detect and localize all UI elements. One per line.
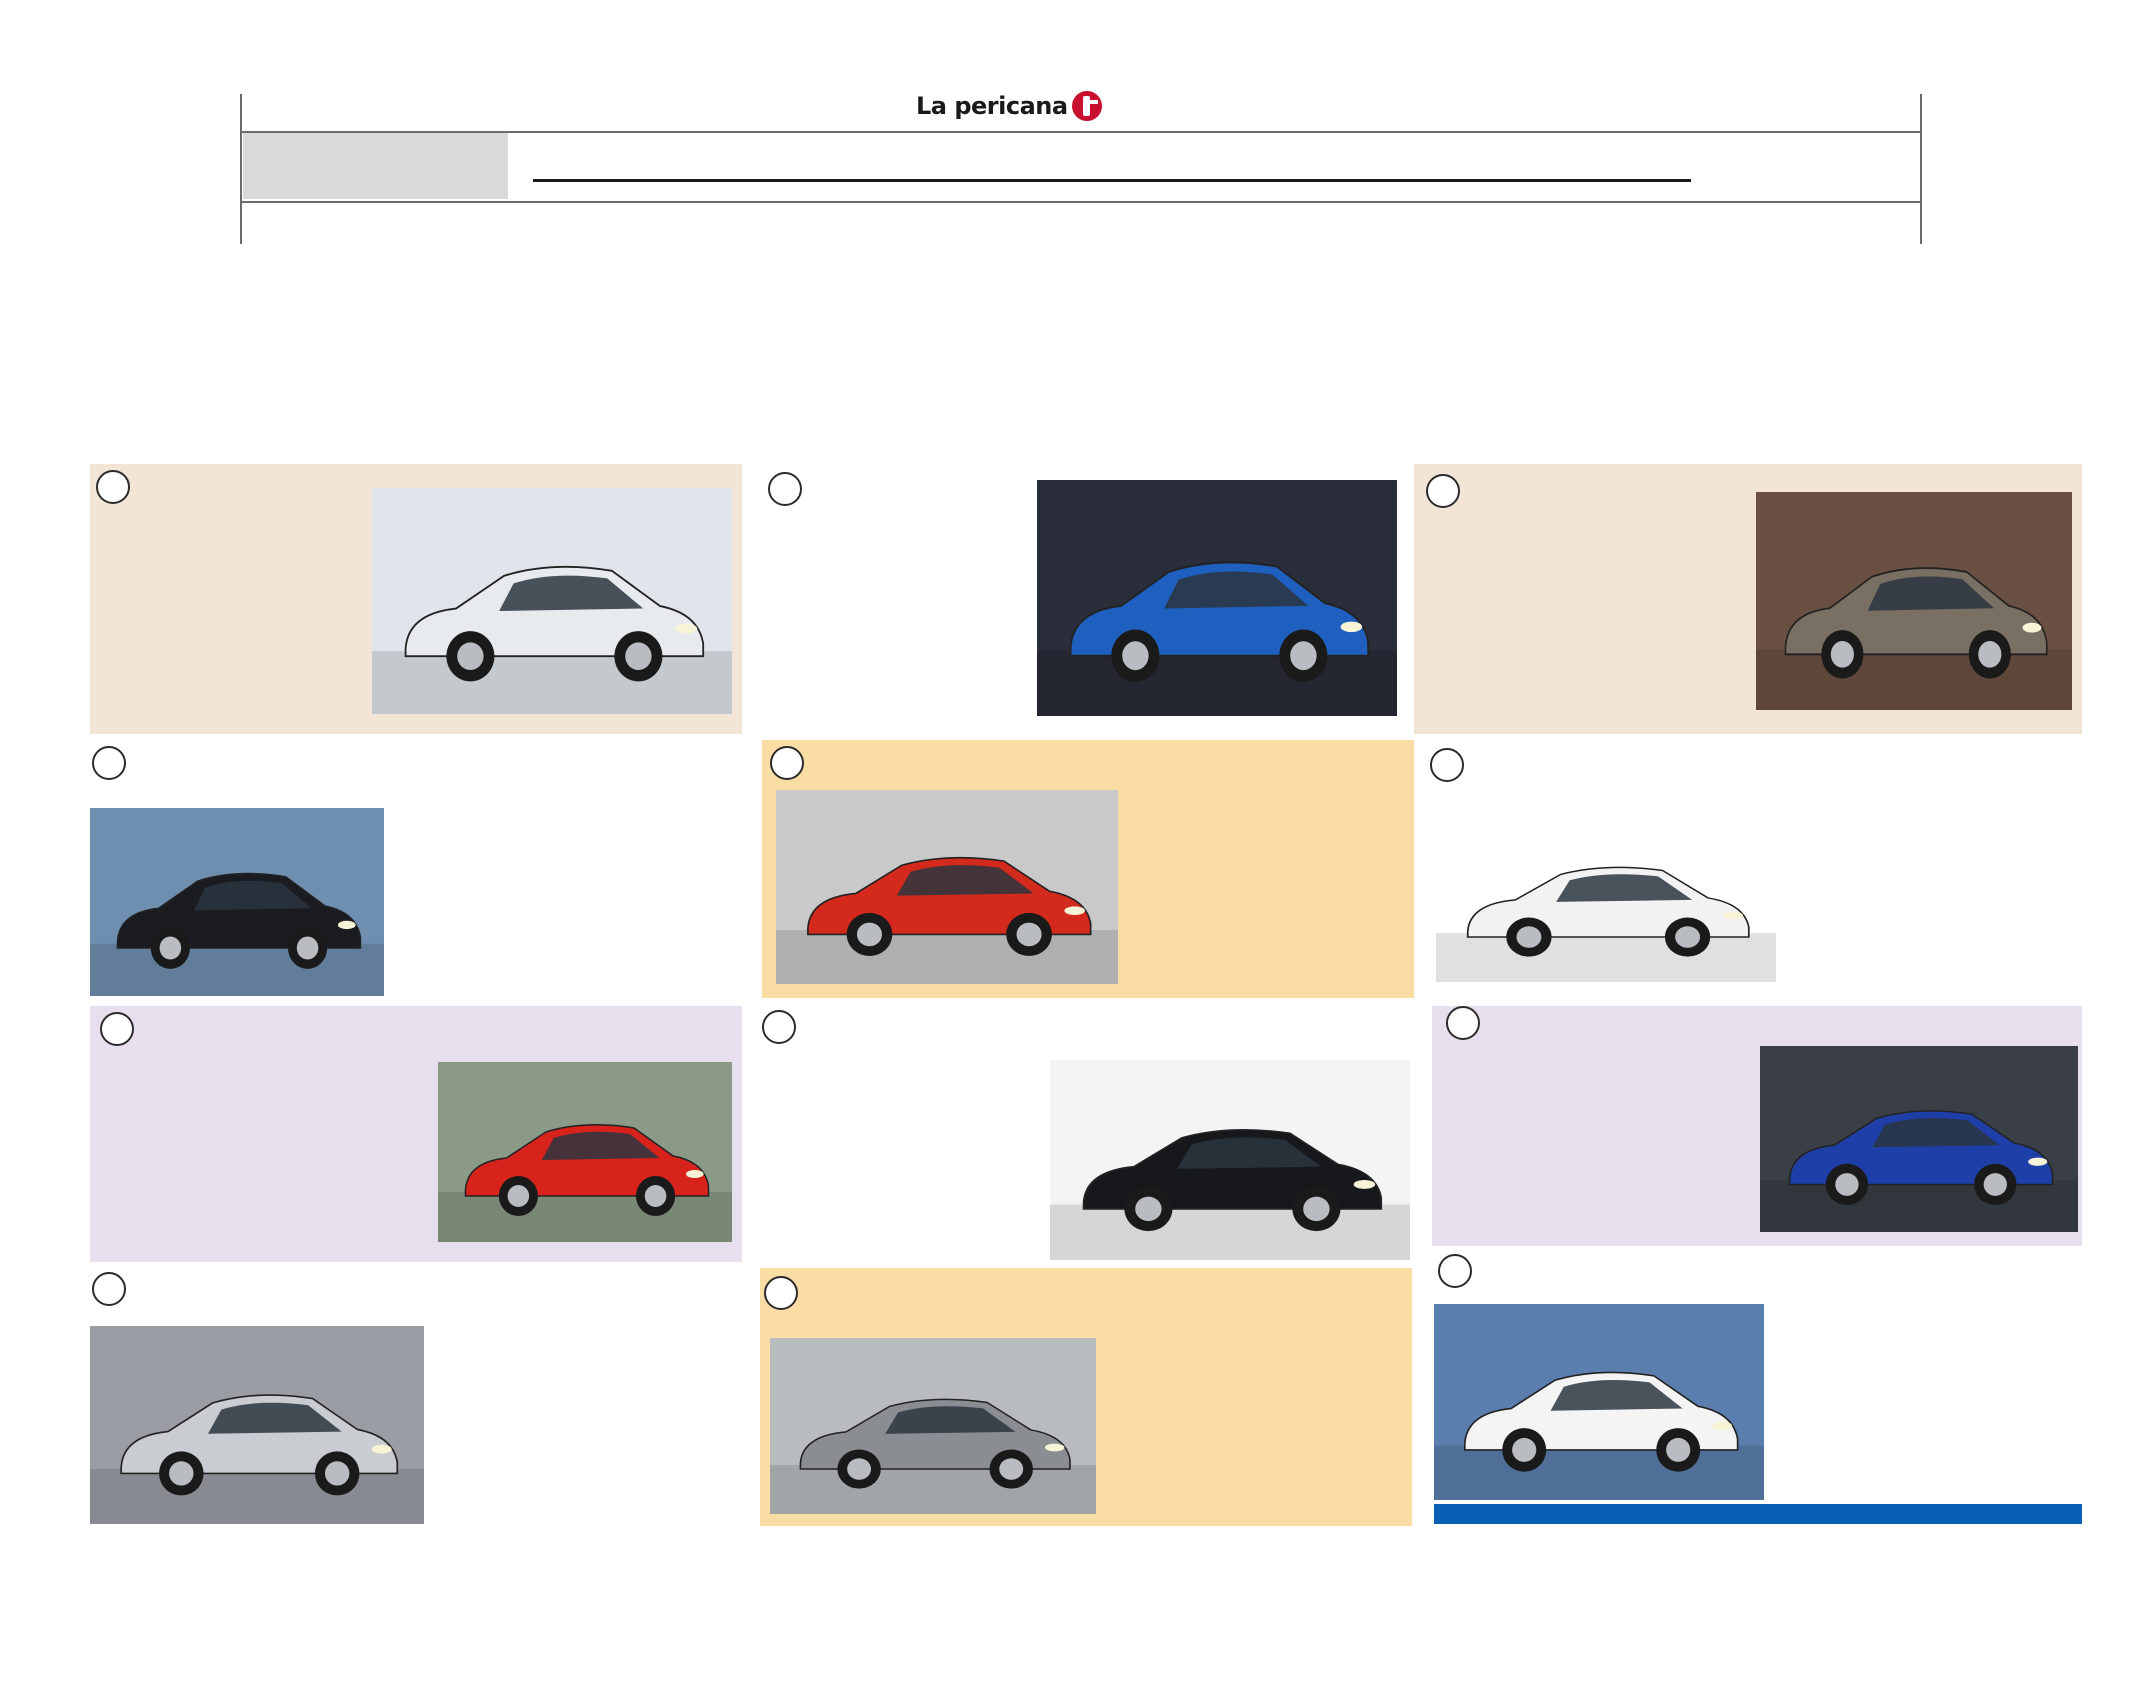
- car-rim: [625, 642, 652, 671]
- car-rim: [847, 1458, 872, 1480]
- car-photo: [1760, 1046, 2078, 1232]
- car-illustration: [1760, 1046, 2078, 1232]
- car-photo: [1037, 480, 1397, 716]
- car-illustration: [770, 1338, 1096, 1514]
- car-rim: [457, 642, 484, 671]
- car-rim: [324, 1461, 350, 1486]
- number-circle: [96, 470, 130, 504]
- number-circle: [100, 1012, 134, 1046]
- car-photo: [90, 808, 384, 996]
- car-photo: [372, 488, 732, 714]
- car-rim: [296, 936, 319, 960]
- car-panel-6: [1414, 740, 2082, 998]
- accent-bar: [1434, 1504, 2082, 1524]
- car-rim: [1978, 640, 2002, 668]
- car-rim: [1675, 926, 1701, 948]
- car-rim: [1016, 922, 1042, 947]
- car-panel-10: [90, 1268, 742, 1524]
- number-circle: [770, 746, 804, 780]
- number-circle: [92, 1272, 126, 1306]
- car-rim: [1290, 641, 1317, 671]
- car-photo: [776, 790, 1118, 984]
- number-circle: [1438, 1254, 1472, 1288]
- car-rim: [1122, 641, 1149, 671]
- car-panel-5: [762, 740, 1414, 998]
- header-section-tab: [243, 133, 508, 199]
- car-headlight: [1340, 621, 1363, 633]
- car-headlight: [1353, 1180, 1376, 1189]
- number-circle: [1430, 748, 1464, 782]
- car-rim: [1983, 1173, 2007, 1196]
- car-headlight: [2028, 1157, 2048, 1166]
- car-illustration: [1050, 1060, 1410, 1260]
- number-circle: [1426, 474, 1460, 508]
- car-headlight: [685, 1170, 704, 1178]
- car-rim: [999, 1458, 1024, 1480]
- number-circle: [92, 746, 126, 780]
- car-rim: [169, 1461, 194, 1486]
- number-circle: [762, 1010, 796, 1044]
- header-bottom-rule: [240, 201, 1922, 203]
- car-headlight: [675, 623, 698, 634]
- car-rim: [1666, 1437, 1691, 1462]
- car-rim: [644, 1185, 667, 1207]
- car-photo: [1050, 1060, 1410, 1260]
- car-illustration: [372, 488, 732, 714]
- number-circle: [768, 472, 802, 506]
- car-panel-7: [90, 1006, 742, 1262]
- pericana-logo-icon: [1071, 91, 1102, 121]
- car-rim: [1830, 640, 1854, 668]
- car-illustration: [1037, 480, 1397, 716]
- logo-text: La pericana: [916, 92, 1068, 120]
- car-illustration: [1756, 492, 2072, 710]
- car-photo: [1436, 806, 1776, 982]
- car-panel-12: [1432, 1252, 2082, 1502]
- header-left-border: [240, 94, 242, 244]
- car-photo: [90, 1326, 424, 1524]
- car-rim: [1135, 1196, 1162, 1222]
- car-photo: [1756, 492, 2072, 710]
- car-illustration: [90, 808, 384, 996]
- car-headlight: [1044, 1443, 1065, 1452]
- car-panel-9: [1432, 1006, 2082, 1246]
- car-panel-4: [90, 740, 742, 998]
- car-panel-3: [1414, 464, 2082, 734]
- car-rim: [1512, 1437, 1537, 1462]
- car-illustration: [1436, 806, 1776, 982]
- header-right-border: [1920, 94, 1922, 244]
- car-photo: [1434, 1304, 1764, 1500]
- car-headlight: [2022, 622, 2042, 633]
- car-illustration: [90, 1326, 424, 1524]
- car-panel-11: [760, 1268, 1412, 1526]
- pericana-logo: La pericana: [916, 88, 1102, 124]
- car-headlight: [1064, 906, 1085, 916]
- header-headline-rule: [533, 179, 1691, 182]
- car-illustration: [1434, 1304, 1764, 1500]
- car-rim: [507, 1185, 530, 1207]
- car-headlight: [371, 1444, 392, 1454]
- car-photo: [438, 1062, 732, 1242]
- car-panel-8: [760, 1006, 1412, 1262]
- car-headlight: [1712, 1421, 1733, 1431]
- car-rim: [1516, 926, 1542, 948]
- car-rim: [1303, 1196, 1330, 1222]
- car-photo: [770, 1338, 1096, 1514]
- number-circle: [1446, 1006, 1480, 1040]
- number-circle: [764, 1276, 798, 1310]
- car-panel-1: [90, 464, 742, 734]
- car-rim: [1835, 1173, 1859, 1196]
- car-headlight: [337, 920, 356, 930]
- car-headlight: [1722, 911, 1744, 920]
- car-rim: [856, 922, 883, 947]
- car-illustration: [776, 790, 1118, 984]
- car-illustration: [438, 1062, 732, 1242]
- car-rim: [159, 936, 182, 960]
- car-panel-2: [760, 464, 1412, 734]
